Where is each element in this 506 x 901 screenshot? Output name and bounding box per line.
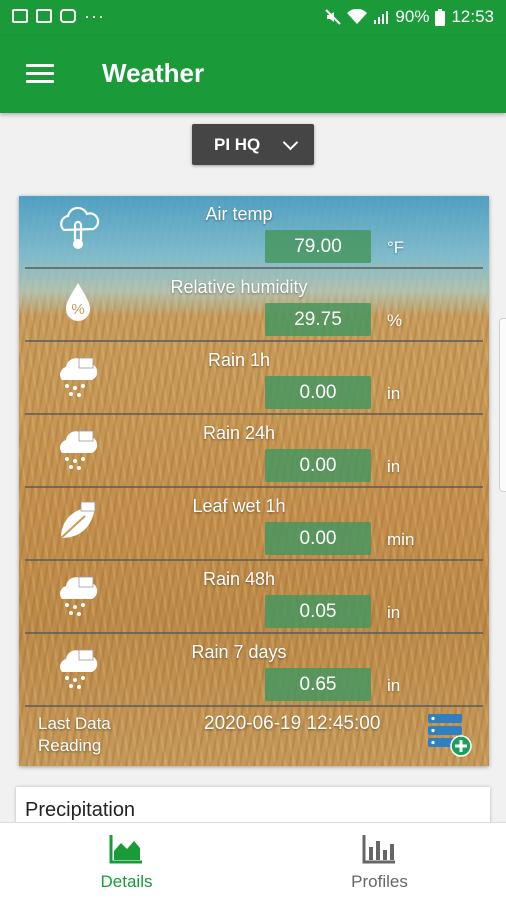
status-bar: ··· 90% 12:53: [0, 0, 506, 36]
station-selected-value: PI HQ: [214, 135, 261, 154]
hamburger-menu-icon[interactable]: [26, 64, 54, 84]
rain-1h-icon: [60, 357, 98, 397]
thermometer-icon: [60, 206, 100, 249]
nav-profiles[interactable]: Profiles: [253, 823, 506, 901]
precipitation-title: Precipitation: [25, 799, 136, 821]
reading-unit: in: [387, 457, 401, 476]
reading-row-relative-humidity: % Relative humidity 29.75 %: [19, 269, 489, 342]
nav-details[interactable]: Details: [0, 823, 253, 901]
svg-text:%: %: [71, 301, 84, 318]
last-data-reading-label: Last Data Reading: [38, 713, 111, 757]
reading-unit: %: [387, 311, 403, 330]
reading-value: 29.75: [265, 303, 371, 336]
reading-unit: in: [387, 603, 401, 622]
last-data-timestamp: 2020-06-19 12:45:00: [204, 713, 381, 734]
reading-value: 0.00: [265, 522, 371, 555]
battery-icon: [435, 8, 446, 26]
database-add-icon[interactable]: [426, 712, 474, 758]
status-system: 90% 12:53: [325, 7, 494, 27]
last-data-label-line1: Last Data: [38, 714, 111, 733]
email-icon: [36, 9, 52, 23]
reading-row-rain-7-days: Rain 7 days 0.65 in: [19, 634, 489, 707]
youtube-icon: [60, 9, 76, 23]
bar-chart-icon: [362, 835, 395, 864]
reading-row-air-temp: Air temp 79.00 °F: [19, 196, 489, 269]
reading-value: 0.65: [265, 668, 371, 701]
reading-unit: °F: [387, 238, 405, 257]
battery-percent: 90%: [395, 7, 430, 26]
page-title: Weather: [102, 58, 205, 88]
reading-value: 0.05: [265, 595, 371, 628]
reading-row-leaf-wet-1h: Leaf wet 1h 0.00 min: [19, 488, 489, 561]
bottom-navigation: Details Profiles: [0, 822, 506, 901]
reading-label: Leaf wet 1h: [192, 496, 286, 516]
rain-48h-icon: [60, 576, 98, 616]
chevron-down-icon: [282, 134, 299, 151]
clock: 12:53: [451, 7, 494, 26]
reading-label: Rain 1h: [207, 350, 271, 370]
rain-7d-icon: [60, 649, 98, 689]
reading-label: Rain 7 days: [191, 642, 287, 662]
overflow-dots: ···: [84, 6, 105, 26]
reading-label: Air temp: [205, 204, 273, 224]
nav-profiles-label: Profiles: [351, 872, 408, 891]
reading-row-rain-48h: Rain 48h 0.05 in: [19, 561, 489, 634]
gallery-icon: [12, 9, 28, 23]
reading-unit: min: [387, 530, 415, 549]
reading-value: 0.00: [265, 376, 371, 409]
reading-row-rain-24h: Rain 24h 0.00 in: [19, 415, 489, 488]
side-scroll-handle[interactable]: [499, 318, 506, 492]
weather-readings-card: Air temp 79.00 °F % Relative humidity 29…: [19, 196, 489, 766]
reading-label: Relative humidity: [170, 277, 308, 297]
app-bar: Weather: [0, 36, 506, 113]
wifi-icon: [347, 9, 368, 24]
area-chart-icon: [109, 835, 142, 864]
reading-label: Rain 24h: [202, 423, 276, 443]
station-dropdown[interactable]: PI HQ: [192, 124, 314, 165]
reading-value: 0.00: [265, 449, 371, 482]
status-notifications: ···: [12, 6, 105, 26]
reading-row-rain-1h: Rain 1h 0.00 in: [19, 342, 489, 415]
reading-value: 79.00: [265, 230, 371, 263]
reading-unit: in: [387, 384, 401, 403]
rain-24h-icon: [60, 430, 98, 470]
reading-label: Rain 48h: [202, 569, 276, 589]
reading-unit: in: [387, 676, 401, 695]
nav-details-label: Details: [100, 872, 153, 891]
last-data-label-line2: Reading: [38, 736, 102, 755]
row-divider: [25, 705, 483, 707]
signal-icon: [374, 11, 389, 24]
humidity-icon: %: [66, 283, 90, 321]
leaf-wet-icon: [60, 501, 96, 539]
mute-icon: [325, 9, 342, 25]
